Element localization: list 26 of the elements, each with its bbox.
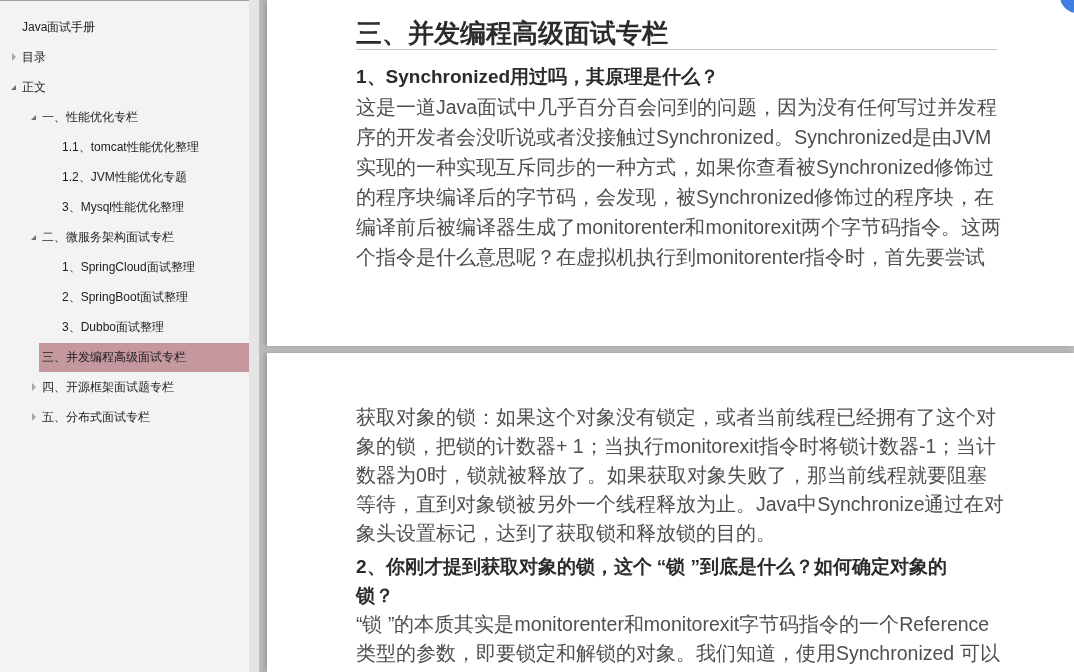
tree-item[interactable]: 五、分布式面试专栏 <box>39 402 153 432</box>
tree-item[interactable]: 目录 <box>19 42 49 72</box>
tree-item[interactable]: 二、微服务架构面试专栏 <box>39 222 177 252</box>
caret-icon[interactable] <box>10 53 17 61</box>
caret-icon[interactable] <box>30 113 37 121</box>
caret-icon[interactable] <box>10 83 17 91</box>
tree-item[interactable]: 三、并发编程高级面试专栏 <box>39 342 249 372</box>
paragraph: “锁 ”的本质其实是monitorenter和monitorexit字节码指令的一个Reference 类型的参数，即要锁定和解锁的对象。我们知道，使用Synchronized 可以 <box>356 612 1000 666</box>
caret-icon[interactable] <box>30 383 37 391</box>
tree-item[interactable]: 1.2、JVM性能优化专题 <box>59 162 190 192</box>
tree-item[interactable]: 正文 <box>19 72 49 102</box>
paragraph: 获取对象的锁：如果这个对象没有锁定，或者当前线程已经拥有了这个对 象的锁，把锁的计数器+ 1；当执行monitorexit指令时将锁计数器-1；当计 数器为0时，锁就被释放了。如果获取对象失败了，那当前线程就要阻塞 等待，直到对象锁被另外一个线程释放为止。Java中Synchronize通过在对 象头设置标记，达到了获取锁和释放锁的目的。 <box>356 405 1005 546</box>
section-title: 三、并发编程高级面试专栏 <box>356 17 997 50</box>
tree-item[interactable]: 1、SpringCloud面试整理 <box>59 252 198 282</box>
caret-icon[interactable] <box>30 413 37 421</box>
caret-icon[interactable] <box>30 233 37 241</box>
tree-item[interactable]: 1.1、tomcat性能优化整理 <box>59 132 202 162</box>
tree-item[interactable]: 一、性能优化专栏 <box>39 102 141 132</box>
question-heading: 1、Synchronized用过吗，其原理是什么？ <box>356 65 720 89</box>
paragraph: 这是一道Java面试中几乎百分百会问到的问题，因为没有任何写过并发程 序的开发者会没听说或者没接触过Synchronized。Synchronized是由JVM 实现的一种实现互斥同步的一种方式，如果你查看被Synchronized修饰过 的程序块编译后的字节码，会发现，被Synchronized修饰过的程序块，在 编译前后被编译器生成了monitorenter和monitorexit两个字节码指令。这两 个指令是什么意思呢？在虚拟机执行到monitorenter指令时，首先要尝试 <box>356 95 1001 270</box>
tree-item[interactable]: 四、开源框架面试题专栏 <box>39 372 177 402</box>
tree-item[interactable]: Java面试手册 <box>19 12 99 42</box>
tree-item[interactable]: 2、SpringBoot面试整理 <box>59 282 192 312</box>
tree-item[interactable]: 3、Mysql性能优化整理 <box>59 192 187 222</box>
tree-item[interactable]: 3、Dubbo面试整理 <box>59 312 168 342</box>
question-heading: 2、你刚才提到获取对象的锁，这个 “锁 ”到底是什么？如何确定对象的 锁？ <box>356 555 948 608</box>
